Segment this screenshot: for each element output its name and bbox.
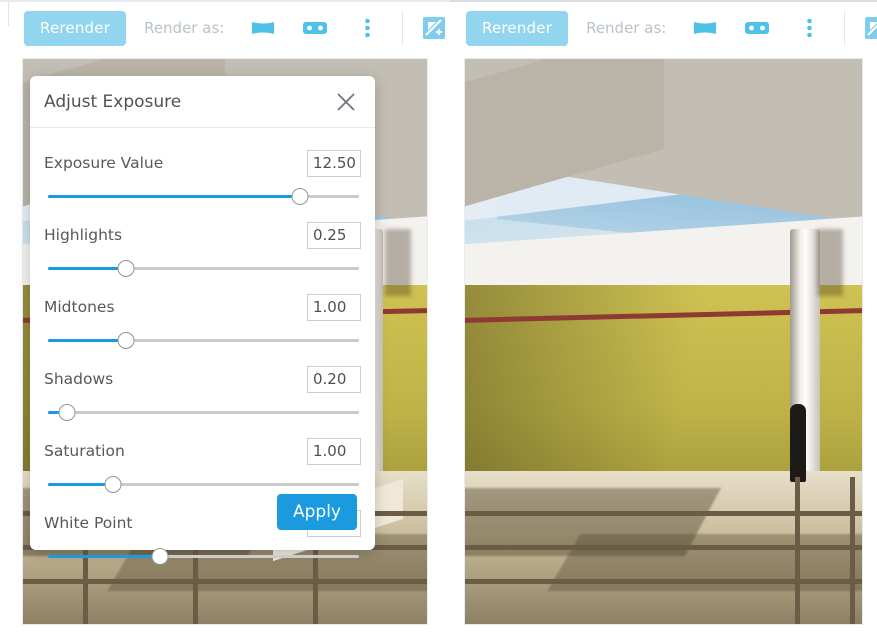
exposure-row: Exposure Value 12.50 xyxy=(44,146,361,180)
exposure-row-slider[interactable] xyxy=(48,184,359,210)
toolbar-divider xyxy=(402,11,404,45)
exposure-row-value[interactable]: 1.00 xyxy=(307,437,361,465)
slider-fill xyxy=(48,195,300,198)
exposure-row-label: Shadows xyxy=(44,370,114,388)
rerender-button[interactable]: Rerender xyxy=(24,10,127,46)
vr-goggles-icon[interactable] xyxy=(744,15,770,41)
exposure-row-label: Midtones xyxy=(44,298,115,316)
apply-button[interactable]: Apply xyxy=(277,494,357,530)
slider-fill xyxy=(48,339,126,342)
architectural-render-image xyxy=(465,59,862,624)
exposure-row-value[interactable]: 1.00 xyxy=(307,293,361,321)
kebab-menu-icon[interactable] xyxy=(796,15,822,41)
slider-thumb[interactable] xyxy=(151,548,169,565)
slider-fill xyxy=(48,555,160,558)
adjust-exposure-footer: Apply xyxy=(30,472,375,550)
render-as-label: Render as: xyxy=(144,19,225,37)
exposure-row: Midtones 1.00 xyxy=(44,290,361,324)
exposure-row-value[interactable]: 12.50 xyxy=(307,149,361,177)
left-pane: Rerender Render as: Adjust Exposure Expo… xyxy=(0,0,450,637)
left-toolbar: Rerender Render as: xyxy=(0,0,450,54)
exposure-row: Shadows 0.20 xyxy=(44,362,361,396)
adjust-exposure-header: Adjust Exposure xyxy=(30,76,375,128)
exposure-row-label: Highlights xyxy=(44,226,123,244)
slider-thumb[interactable] xyxy=(117,260,135,277)
vr-goggles-icon[interactable] xyxy=(302,15,328,41)
slider-thumb[interactable] xyxy=(291,188,309,205)
exposure-adjust-icon[interactable] xyxy=(421,15,447,41)
dialog-title: Adjust Exposure xyxy=(44,91,182,112)
exposure-row-label: Exposure Value xyxy=(44,154,164,172)
exposure-row-label: Saturation xyxy=(44,442,125,460)
exposure-row-value[interactable]: 0.25 xyxy=(307,221,361,249)
panorama-icon[interactable] xyxy=(692,15,718,41)
exposure-row-slider[interactable] xyxy=(48,328,359,354)
rerender-button[interactable]: Rerender xyxy=(466,10,569,46)
exposure-row: Saturation 1.00 xyxy=(44,434,361,468)
adjust-exposure-dialog: Adjust Exposure Exposure Value 12.50 Highl… xyxy=(30,76,375,565)
panorama-icon[interactable] xyxy=(250,15,276,41)
right-render-viewport[interactable] xyxy=(464,58,863,625)
exposure-row-slider[interactable] xyxy=(48,256,359,282)
close-icon[interactable] xyxy=(335,91,357,113)
exposure-row-value[interactable]: 0.20 xyxy=(307,365,361,393)
render-as-label: Render as: xyxy=(586,19,667,37)
exposure-adjust-icon[interactable] xyxy=(863,15,877,41)
slider-thumb[interactable] xyxy=(117,332,135,349)
kebab-menu-icon[interactable] xyxy=(354,15,380,41)
slider-fill xyxy=(48,267,126,270)
toolbar-divider xyxy=(844,11,846,45)
slider-thumb[interactable] xyxy=(58,404,76,421)
exposure-row: Highlights 0.25 xyxy=(44,218,361,252)
right-pane: Rerender Render as: xyxy=(450,0,877,637)
app-root: Rerender Render as: Adjust Exposure Expo… xyxy=(0,0,877,637)
exposure-row-slider[interactable] xyxy=(48,400,359,426)
right-toolbar: Rerender Render as: xyxy=(450,0,877,54)
slider-track xyxy=(48,411,359,414)
